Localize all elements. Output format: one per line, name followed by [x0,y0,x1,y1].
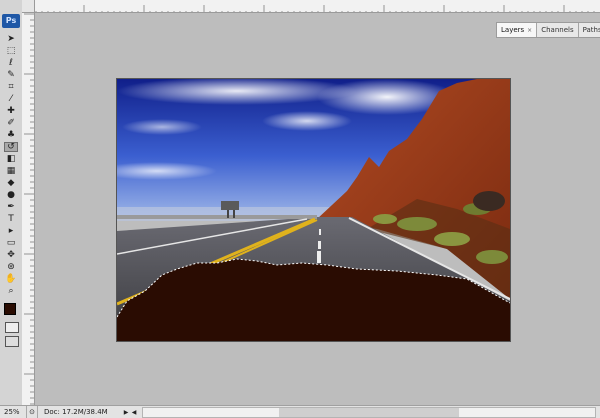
hand-tool-icon[interactable]: ✋ [4,274,18,284]
dark-boulder [473,191,505,211]
zoom-level[interactable]: 25% [0,406,27,418]
brush-tool-icon[interactable]: ✐ [4,118,18,128]
type-tool-icon[interactable]: T [4,214,18,224]
sign-post [227,210,229,218]
document-canvas[interactable] [116,78,511,342]
shape-tool-icon[interactable]: ▭ [4,238,18,248]
3d-orbit-tool-icon[interactable]: ⊛ [4,262,18,272]
guardrail [117,215,317,219]
shrub [397,217,437,231]
dodge-tool-icon[interactable]: ● [4,190,18,200]
highway-sign [221,201,239,210]
status-menu-arrow-icon[interactable]: ▶ [122,409,130,416]
3d-rotate-tool-icon[interactable]: ✥ [4,250,18,260]
gradient-tool-icon[interactable]: ▦ [4,166,18,176]
lane-dash [317,251,321,263]
cloud [122,119,202,135]
tab-channels-label: Channels [541,26,574,34]
shrub [373,214,397,224]
crop-tool-icon[interactable]: ⌗ [4,82,18,92]
tools-panel: Ps ➤ ⬚ ℓ ✎ ⌗ ⁄ ✚ ✐ ♣ ↺ ◧ ▦ ◆ ● ✒ T ▸ ▭ ✥ ⊛ ✋ ⌕ [0,0,23,405]
doc-info-icon[interactable]: ⊙ [27,406,38,418]
photoshop-logo: Ps [2,14,20,28]
ruler-ticks-left [24,13,34,405]
quick-mask-icon[interactable] [5,322,19,333]
shrub [434,232,470,246]
lane-dash [318,241,321,249]
panel-tab-bar: Layers × Channels Paths [496,22,600,38]
eyedropper-tool-icon[interactable]: ⁄ [4,94,18,104]
tab-layers-label: Layers [501,26,525,34]
landscape-photo [117,79,510,341]
lasso-tool-icon[interactable]: ℓ [4,58,18,68]
pen-tool-icon[interactable]: ✒ [4,202,18,212]
quick-select-tool-icon[interactable]: ✎ [4,70,18,80]
close-icon[interactable]: × [527,27,532,34]
clone-stamp-tool-icon[interactable]: ♣ [4,130,18,140]
status-bar: 25% ⊙ Doc: 17.2M/38.4M ▶ ◀ [0,405,600,418]
lane-dash [319,229,321,235]
eraser-tool-icon[interactable]: ◧ [4,154,18,164]
tab-paths[interactable]: Paths [578,23,600,37]
tab-paths-label: Paths [582,26,600,34]
cloud [262,111,352,131]
tab-layers[interactable]: Layers × [497,23,538,37]
path-select-tool-icon[interactable]: ▸ [4,226,18,236]
history-brush-tool-icon[interactable]: ↺ [4,142,18,152]
vertical-ruler [22,12,35,405]
horizontal-scrollbar[interactable] [142,406,596,418]
blur-tool-icon[interactable]: ◆ [4,178,18,188]
tab-channels[interactable]: Channels [537,23,579,37]
shrub [476,250,508,264]
ruler-ticks-top [35,5,595,12]
zoom-tool-icon[interactable]: ⌕ [4,286,18,296]
healing-brush-tool-icon[interactable]: ✚ [4,106,18,116]
foreground-color-swatch[interactable] [4,303,16,315]
screen-mode-icon[interactable] [5,336,19,347]
scroll-left-icon[interactable]: ◀ [130,409,138,416]
scrollbar-thumb[interactable] [278,407,460,417]
sign-post [233,210,235,218]
horizontal-ruler [22,0,600,13]
marquee-tool-icon[interactable]: ⬚ [4,46,18,56]
move-tool-icon[interactable]: ➤ [4,34,18,44]
ruler-origin[interactable] [22,0,35,13]
doc-size-info: Doc: 17.2M/38.4M [44,408,108,416]
